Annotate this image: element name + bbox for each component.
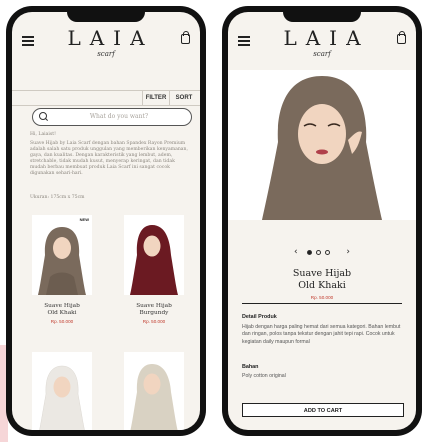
detail-screen: LAIA scarf ‹ › Suave Hijab Old Khaki Rp.… xyxy=(228,12,416,430)
product-image[interactable] xyxy=(124,352,184,430)
product-card[interactable]: Suave Hijab Burgundy Rp. 50.000 xyxy=(124,215,184,324)
product-card[interactable] xyxy=(124,352,184,430)
new-badge: NEW xyxy=(79,217,89,222)
product-name-line1: Suave Hijab xyxy=(136,303,172,309)
product-title-line1: Suave Hijab xyxy=(292,268,352,279)
sort-button[interactable]: SORT xyxy=(170,91,198,105)
phone-product-detail: LAIA scarf ‹ › Suave Hijab Old Khaki Rp.… xyxy=(222,6,422,436)
product-title: Suave Hijab Old Khaki xyxy=(228,268,416,292)
phone-notch xyxy=(283,12,361,22)
greeting-text: Hi, Laiaist! xyxy=(30,132,56,137)
product-name-line2: Burgundy xyxy=(139,310,169,316)
search-icon[interactable] xyxy=(39,112,47,120)
next-image-arrow-icon[interactable]: › xyxy=(346,248,350,257)
search-bar xyxy=(32,108,192,126)
section-divider xyxy=(242,303,402,304)
image-carousel-nav: ‹ › xyxy=(228,248,416,258)
model-photo xyxy=(32,352,92,430)
product-hero-image[interactable] xyxy=(228,70,416,220)
product-name-line1: Suave Hijab xyxy=(44,303,80,309)
model-photo xyxy=(124,215,184,295)
material-text: Poly cotton original xyxy=(242,373,286,379)
detail-text: Hijab dengan harga paling hemat dari sem… xyxy=(242,324,401,345)
model-photo xyxy=(228,70,416,220)
product-name-line2: Old Khaki xyxy=(47,310,77,316)
shopping-bag-icon[interactable] xyxy=(397,31,406,44)
product-name: Suave Hijab Old Khaki xyxy=(32,303,92,317)
product-price: Rp. 50.000 xyxy=(310,295,334,300)
product-card[interactable] xyxy=(32,352,92,430)
logo-wordmark: LAIA xyxy=(283,26,370,50)
filter-bar: FILTER SORT xyxy=(12,90,200,106)
carousel-dot-3[interactable] xyxy=(325,250,330,255)
filter-button[interactable]: FILTER xyxy=(142,91,170,105)
prev-image-arrow-icon[interactable]: ‹ xyxy=(294,248,298,257)
brand-logo[interactable]: LAIA scarf xyxy=(228,26,416,58)
shopping-bag-icon[interactable] xyxy=(181,31,190,44)
product-title-line2: Old Khaki xyxy=(298,280,346,291)
carousel-dot-2[interactable] xyxy=(316,250,321,255)
description-text: Suave Hijab by Laia Scarf dengan bahan S… xyxy=(30,141,188,176)
model-photo xyxy=(32,215,92,295)
material-heading: Bahan xyxy=(242,364,259,370)
product-image[interactable] xyxy=(124,215,184,295)
carousel-dot-1[interactable] xyxy=(307,250,312,255)
product-card[interactable]: NEW Suave Hijab Old Khaki Rp. 50.000 xyxy=(32,215,92,324)
detail-heading: Detail Produk xyxy=(242,314,277,320)
logo-tagline: scarf xyxy=(313,50,331,58)
phone-notch xyxy=(67,12,145,22)
phone-catalog: LAIA scarf FILTER SORT Hi, Laiaist! Suav… xyxy=(6,6,206,436)
model-photo xyxy=(124,352,184,430)
product-name: Suave Hijab Burgundy xyxy=(124,303,184,317)
search-input[interactable] xyxy=(53,110,185,122)
product-price: Rp. 50.000 xyxy=(142,319,166,324)
logo-wordmark: LAIA xyxy=(67,26,154,50)
product-image[interactable]: NEW xyxy=(32,215,92,295)
catalog-screen: LAIA scarf FILTER SORT Hi, Laiaist! Suav… xyxy=(12,12,200,430)
product-price: Rp. 50.000 xyxy=(50,319,74,324)
add-to-cart-button[interactable]: ADD TO CART xyxy=(242,403,404,417)
product-image[interactable] xyxy=(32,352,92,430)
size-text: Ukuran: 175cm x 75cm xyxy=(30,195,85,200)
logo-tagline: scarf xyxy=(97,50,115,58)
brand-logo[interactable]: LAIA scarf xyxy=(12,26,200,58)
collection-description: Hi, Laiaist! Suave Hijab by Laia Scarf d… xyxy=(30,132,190,180)
